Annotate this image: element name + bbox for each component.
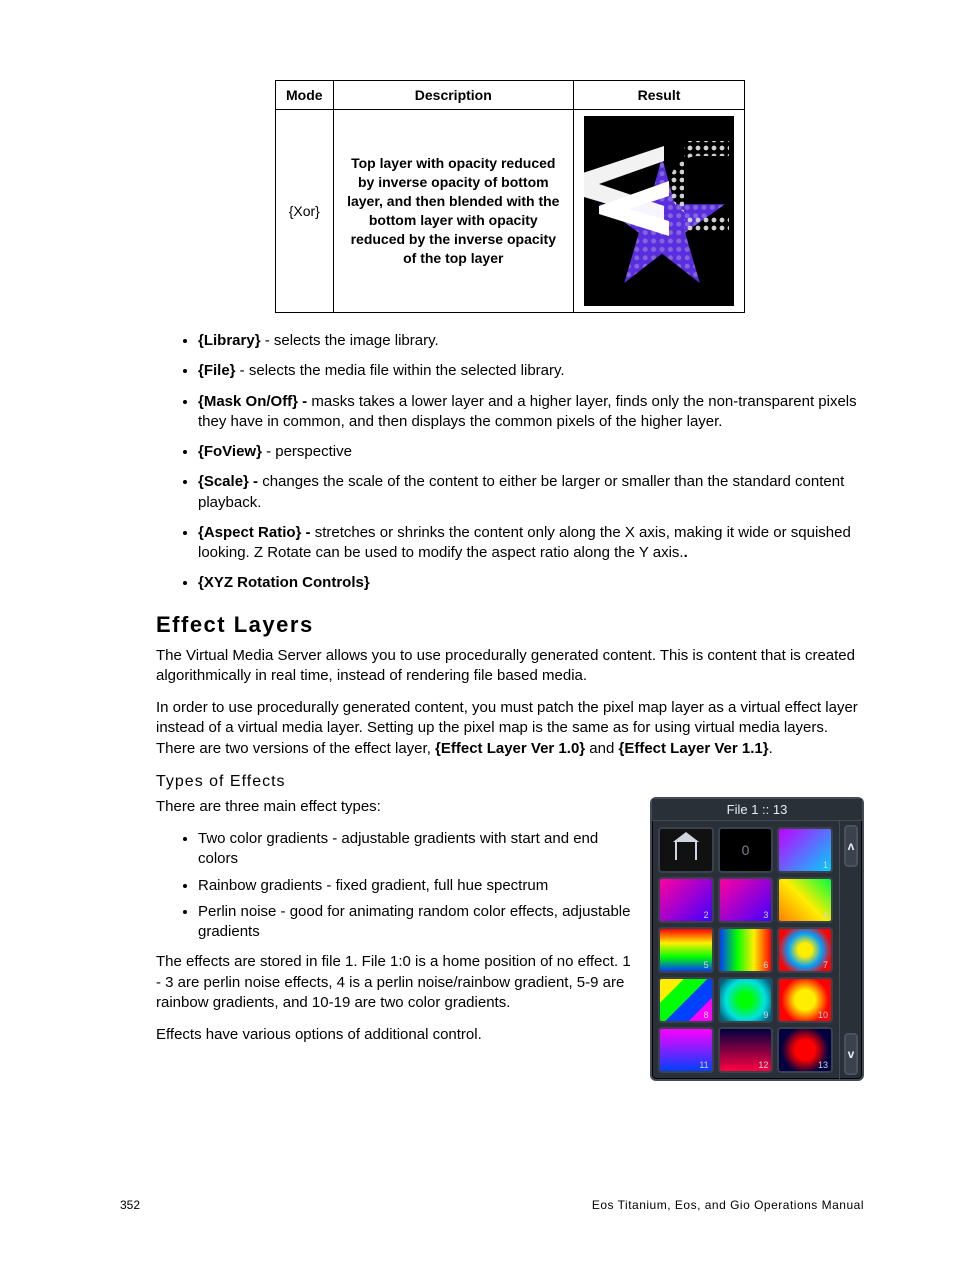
file-cell-0[interactable]: 0: [718, 827, 774, 873]
file-cell-5[interactable]: 5: [658, 927, 714, 973]
home-icon: [675, 840, 697, 860]
effect-type-two-color: Two color gradients - adjustable gradien…: [198, 829, 632, 870]
bullet-file: {File} - selects the media file within t…: [198, 361, 864, 381]
cell-description: Top layer with opacity reduced by invers…: [333, 110, 573, 313]
file-grid: 0 1 2 3 4 5 6 7 8 9 10 11 12 13: [652, 821, 839, 1079]
scroll-track[interactable]: [844, 871, 858, 1029]
blend-mode-table: Mode Description Result {Xor} Top layer …: [275, 80, 745, 313]
file-cell-13[interactable]: 13: [777, 1027, 833, 1073]
file-cell-4[interactable]: 4: [777, 877, 833, 923]
para-effects-options: Effects have various options of addition…: [156, 1025, 632, 1045]
bullet-aspect: {Aspect Ratio} - stretches or shrinks th…: [198, 523, 864, 564]
th-result: Result: [574, 81, 745, 110]
para-vms-intro: The Virtual Media Server allows you to u…: [156, 646, 864, 687]
para-effect-versions: In order to use procedurally generated c…: [156, 698, 864, 759]
file-cell-12[interactable]: 12: [718, 1027, 774, 1073]
file-browser-title: File 1 :: 13: [652, 799, 862, 821]
effects-intro-line: There are three main effect types:: [156, 797, 632, 817]
file-cell-11[interactable]: 11: [658, 1027, 714, 1073]
scroll-down-button[interactable]: v: [844, 1033, 858, 1075]
effect-types-list: Two color gradients - adjustable gradien…: [156, 829, 632, 942]
file-cell-6[interactable]: 6: [718, 927, 774, 973]
subsection-types-of-effects: Types of Effects: [156, 773, 864, 791]
file-cell-2[interactable]: 2: [658, 877, 714, 923]
cell-result: [574, 110, 745, 313]
file-scrollbar: ʌ v: [839, 821, 862, 1079]
file-cell-home[interactable]: [658, 827, 714, 873]
file-cell-7[interactable]: 7: [777, 927, 833, 973]
file-cell-9[interactable]: 9: [718, 977, 774, 1023]
section-heading-effect-layers: Effect Layers: [156, 612, 864, 638]
page-number: 352: [120, 1198, 140, 1212]
file-cell-8[interactable]: 8: [658, 977, 714, 1023]
scroll-up-button[interactable]: ʌ: [844, 825, 858, 867]
property-bullet-list: {Library} - selects the image library. {…: [156, 331, 864, 594]
file-cell-10[interactable]: 10: [777, 977, 833, 1023]
file-cell-1[interactable]: 1: [777, 827, 833, 873]
file-cell-3[interactable]: 3: [718, 877, 774, 923]
bullet-mask: {Mask On/Off} - masks takes a lower laye…: [198, 392, 864, 433]
effect-type-rainbow: Rainbow gradients - fixed gradient, full…: [198, 876, 632, 896]
manual-title: Eos Titanium, Eos, and Gio Operations Ma…: [592, 1198, 864, 1212]
th-mode: Mode: [276, 81, 334, 110]
bullet-library: {Library} - selects the image library.: [198, 331, 864, 351]
effect-type-perlin: Perlin noise - good for animating random…: [198, 902, 632, 943]
cell-mode: {Xor}: [276, 110, 334, 313]
bullet-xyz: {XYZ Rotation Controls}: [198, 573, 864, 593]
th-description: Description: [333, 81, 573, 110]
bullet-scale: {Scale} - changes the scale of the conte…: [198, 472, 864, 513]
xor-result-image: [584, 116, 734, 306]
para-effects-storage: The effects are stored in file 1. File 1…: [156, 952, 632, 1013]
bullet-foview: {FoView} - perspective: [198, 442, 864, 462]
file-browser-panel: File 1 :: 13 0 1 2 3 4 5 6 7 8 9 10 11 1…: [650, 797, 864, 1081]
